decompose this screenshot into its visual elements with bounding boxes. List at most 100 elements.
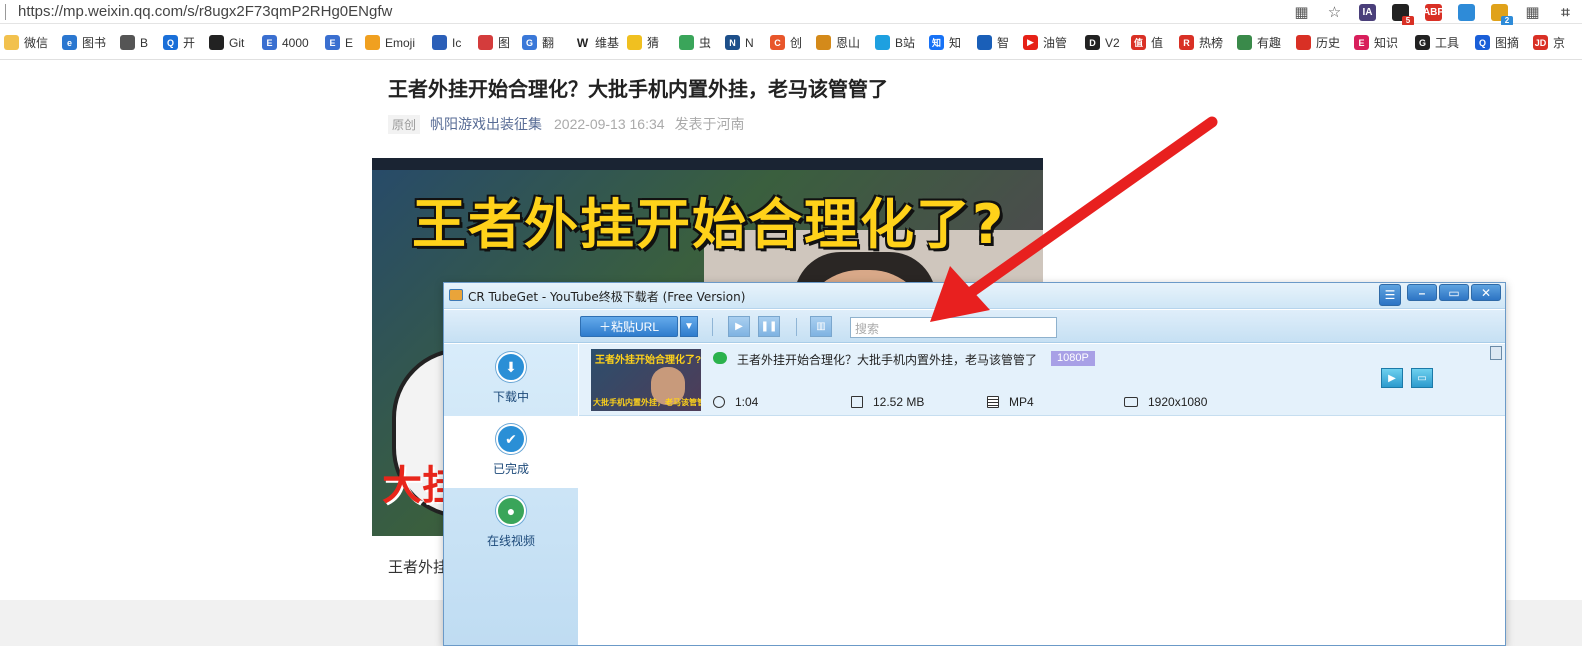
app-toolbar: ＋粘贴URL ▼ ▶ ❚❚ ▥ 搜索: [444, 310, 1505, 343]
bookmark-label: 维基: [595, 36, 620, 50]
folder-icon: [4, 35, 19, 50]
wave-icon: [1296, 35, 1311, 50]
wechat-icon: [713, 352, 727, 364]
bookmark-4[interactable]: Q开: [163, 25, 196, 59]
translate-icon: G: [522, 35, 537, 50]
bookmark-16[interactable]: C创: [770, 25, 802, 59]
format-value: MP4: [1009, 395, 1034, 409]
url-field[interactable]: https://mp.weixin.qq.com/s/r8ugx2F73qmP2…: [18, 3, 392, 20]
bookmark-27[interactable]: E 知识: [1354, 25, 1398, 59]
bookmark-label: 智: [997, 36, 1010, 50]
paste-url-button[interactable]: ＋粘贴URL: [580, 316, 678, 337]
bookmark-1[interactable]: 微信: [4, 25, 48, 59]
bookmark-label: 知: [949, 36, 962, 50]
bookmark-11[interactable]: G翻: [522, 25, 554, 59]
bookmark-15[interactable]: NN: [725, 25, 754, 59]
bookmark-25[interactable]: 有趣: [1237, 25, 1282, 59]
star-icon[interactable]: ☆: [1326, 4, 1343, 21]
remove-item-icon[interactable]: [1490, 346, 1502, 360]
bookmark-label: N: [745, 35, 754, 50]
window-title: CR TubeGet - YouTube终极下载者 (Free Version): [468, 290, 746, 304]
bookmark-28[interactable]: G 工具: [1415, 25, 1459, 59]
search-input[interactable]: 搜索: [850, 317, 1057, 338]
bookmark-22[interactable]: D V2: [1085, 25, 1120, 59]
bookmark-label: V2: [1105, 35, 1120, 50]
bookmark-label: 有趣: [1257, 36, 1282, 50]
bookmark-21[interactable]: ▶ 油管: [1023, 25, 1067, 59]
r-icon: R: [1179, 35, 1194, 50]
extension-red-icon[interactable]: 5: [1392, 3, 1414, 26]
bookmark-2[interactable]: e 图书: [62, 25, 106, 59]
download-title: 王者外挂开始合理化？大批手机内置外挂，老马该管管了: [737, 353, 1038, 367]
bookmark-18[interactable]: B站: [875, 25, 915, 59]
duration: 1:04: [713, 395, 758, 409]
minimize-button[interactable]: –: [1407, 284, 1437, 301]
article-meta: 原创 帆阳游戏出装征集 2022-09-13 16:34 发表于河南: [388, 114, 745, 134]
bookmark-label: 热榜: [1199, 36, 1224, 50]
bookmark-label: 恩山: [836, 36, 861, 50]
bookmark-3[interactable]: B: [120, 25, 148, 59]
author-link[interactable]: 帆阳游戏出装征集: [430, 114, 542, 134]
crop-icon[interactable]: ⌗: [1557, 4, 1574, 21]
sidebar-item-label: 在线视频: [486, 534, 535, 548]
bookmark-30[interactable]: JD 京: [1533, 25, 1566, 59]
grid-icon[interactable]: ▦: [1524, 4, 1541, 21]
sidebar-item-3[interactable]: ● 在线视频: [444, 488, 578, 560]
bookmark-13[interactable]: 猜: [627, 25, 659, 59]
maximize-button[interactable]: ▭: [1439, 284, 1469, 301]
bookmark-29[interactable]: Q 图摘: [1475, 25, 1519, 59]
bookmark-9[interactable]: Ic: [432, 25, 461, 59]
bookmark-26[interactable]: 历史: [1296, 25, 1340, 59]
bookmark-14[interactable]: 虫: [679, 25, 711, 59]
c-icon: C: [770, 35, 785, 50]
play-button[interactable]: ▶: [728, 316, 750, 337]
qr-code-icon[interactable]: ▦: [1293, 4, 1310, 21]
bug-icon: [679, 35, 694, 50]
article-title: 王者外挂开始合理化？大批手机内置外挂，老马该管管了: [388, 77, 888, 101]
bookmark-6[interactable]: E 4000: [262, 25, 309, 59]
bookmark-label: 值: [1151, 36, 1164, 50]
bookmark-10[interactable]: 图: [478, 25, 510, 59]
ia-extension-icon[interactable]: IA: [1359, 3, 1376, 21]
window-titlebar[interactable]: CR TubeGet - YouTube终极下载者 (Free Version)…: [444, 283, 1505, 309]
pause-button[interactable]: ❚❚: [758, 316, 780, 337]
v2ex-icon: D: [1085, 35, 1100, 50]
bookmark-20[interactable]: 智: [977, 25, 1010, 59]
toolbar-separator: [796, 318, 797, 336]
bookmark-label: 京: [1553, 36, 1566, 50]
translate-icon[interactable]: 2: [1491, 3, 1513, 26]
color-wheel-icon[interactable]: [1458, 3, 1475, 21]
download-item[interactable]: 王者外挂开始合理化了? 大批手机内置外挂，老马该管管了 王者外挂开始合理化？大批…: [579, 344, 1505, 416]
bookmark-5[interactable]: Git: [209, 25, 244, 59]
close-button[interactable]: ✕: [1471, 284, 1501, 301]
file-format: MP4: [987, 395, 1034, 409]
open-folder-button[interactable]: ▭: [1411, 368, 1433, 388]
bookmark-23[interactable]: 值值: [1131, 25, 1164, 59]
bilibili-icon: [875, 35, 890, 50]
bookmark-17[interactable]: 恩山: [816, 25, 861, 59]
sidebar-item-1[interactable]: ⬇ 下载中: [444, 344, 578, 416]
play-video-button[interactable]: ▶: [1381, 368, 1403, 388]
toolbar-separator: [712, 318, 713, 336]
download-icon: ⬇: [496, 352, 526, 382]
n-icon: N: [725, 35, 740, 50]
bookmark-24[interactable]: R 热榜: [1179, 25, 1224, 59]
check-icon: ✔: [496, 424, 526, 454]
bookmark-8[interactable]: Emoji: [365, 25, 415, 59]
app-sidebar: ⬇ 下载中 ✔ 已完成 ● 在线视频: [444, 344, 578, 645]
sidebar-item-2[interactable]: ✔ 已完成: [444, 416, 578, 488]
bookmark-7[interactable]: EE: [325, 25, 353, 59]
smzdm-icon: 值: [1131, 35, 1146, 50]
globe-icon: [120, 35, 135, 50]
bookmark-label: 开: [183, 36, 196, 50]
delete-button[interactable]: ▥: [810, 316, 832, 337]
bookmark-19[interactable]: 知知: [929, 25, 962, 59]
file-icon: [851, 396, 863, 408]
file-size: 12.52 MB: [851, 395, 924, 409]
bookmark-12[interactable]: W 维基: [575, 25, 620, 59]
grid-red-icon: [478, 35, 493, 50]
abp-icon[interactable]: ABP: [1423, 3, 1444, 21]
menu-button[interactable]: ☰: [1379, 284, 1401, 306]
browser-address-bar: https://mp.weixin.qq.com/s/r8ugx2F73qmP2…: [0, 0, 1582, 26]
paste-dropdown-button[interactable]: ▼: [680, 316, 698, 337]
